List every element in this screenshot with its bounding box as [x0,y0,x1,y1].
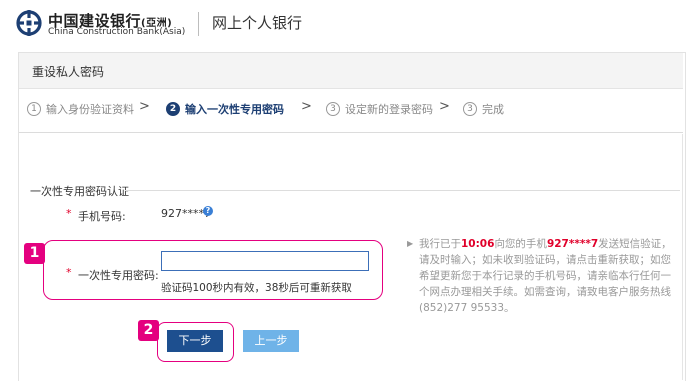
page-header-title: 网上个人银行 [212,14,303,32]
header-divider [198,12,199,36]
annotation-badge-1: 1 [24,243,45,264]
logo-english-name: China Construction Bank(Asia) [48,27,186,37]
chevron-right-icon: > [439,99,450,114]
next-step-button[interactable]: 下一步 [167,330,223,352]
annotation-badge-2: 2 [138,320,159,341]
chevron-right-icon: > [301,99,312,114]
panel-title: 重设私人密码 [32,65,105,79]
sms-info-note: 我行已于10:06向您的手机927****7发送短信验证，请及时输入；如未收到验… [419,238,672,314]
step-2: 2 输入一次性专用密码 [166,101,284,117]
otp-label: 一次性专用密码: [78,269,159,282]
step-4-number: 3 [463,102,477,116]
phone-label: 手机号码: [78,210,126,223]
ccb-logo-icon [16,10,42,36]
section-divider [125,190,680,191]
step-3-label: 设定新的登录密码 [345,103,433,116]
steps-divider [19,132,683,133]
triangle-right-icon: ▶ [407,239,414,248]
step-4-label: 完成 [482,103,504,116]
step-2-number: 2 [166,102,180,116]
previous-step-button[interactable]: 上一步 [243,330,299,352]
step-1-label: 输入身份验证资料 [46,103,134,116]
scrollbar-track[interactable] [682,134,683,380]
otp-input[interactable] [161,251,369,271]
chevron-right-icon: > [139,99,150,114]
required-mark: * [66,266,72,279]
step-1-number: 1 [27,102,41,116]
required-mark: * [66,207,72,220]
step-2-label: 输入一次性专用密码 [185,103,284,116]
step-3-number: 3 [326,102,340,116]
step-1: 1 输入身份验证资料 [27,101,134,117]
otp-countdown-hint: 验证码100秒内有效，38秒后可重新获取 [161,282,352,294]
help-icon[interactable]: ? [203,206,213,216]
step-4: 3 完成 [463,101,504,117]
panel-header [19,53,683,89]
section-title: 一次性专用密码认证 [30,185,129,198]
step-3: 3 设定新的登录密码 [326,101,433,117]
